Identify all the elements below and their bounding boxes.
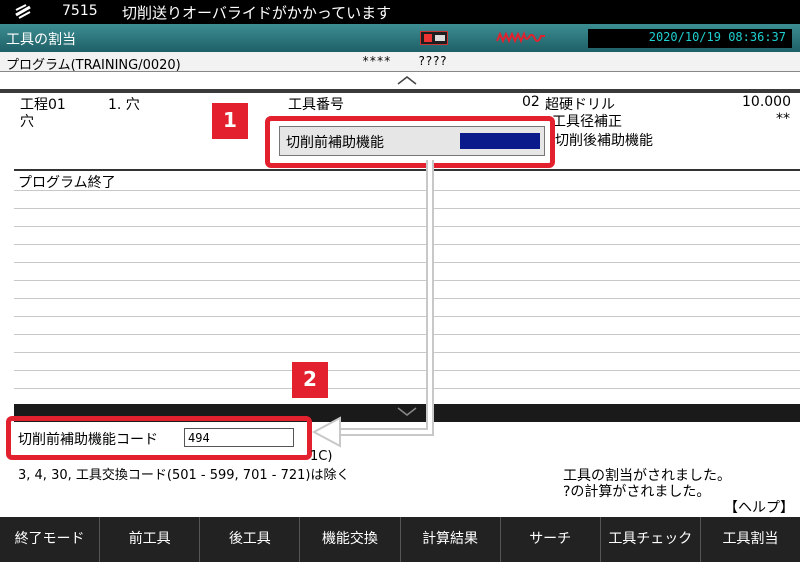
tool-comp-value: ** (776, 111, 790, 127)
help-button[interactable]: 【ヘルプ】 (724, 497, 794, 517)
tool-diameter: 10.000 (742, 94, 791, 110)
scroll-up-icon[interactable] (396, 74, 418, 86)
callout-arrow (311, 160, 434, 448)
softkey-tool-check[interactable]: 工具チェック (601, 517, 701, 562)
softkey-calc-result[interactable]: 計算結果 (401, 517, 501, 562)
process-sub: 穴 (20, 114, 34, 130)
spindle-wave-icon (496, 31, 545, 44)
program-status-2: ???? (418, 54, 447, 68)
process-number: 1. 穴 (108, 97, 140, 113)
soft-key-bar: 終了モード 前工具 後工具 機能交換 計算結果 サーチ 工具チェック 工具割当 (0, 517, 800, 562)
softkey-function-swap[interactable]: 機能交換 (300, 517, 401, 562)
datetime-display: 2020/10/19 08:36:37 (588, 29, 792, 48)
list-item[interactable]: プログラム終了 (18, 172, 116, 192)
softkey-tool-assign[interactable]: 工具割当 (701, 517, 800, 562)
mode-title: 工具の割当 (6, 32, 76, 48)
help-range-partial: 1C) (310, 449, 333, 464)
alarm-icon (15, 4, 31, 19)
alarm-code: 7515 (62, 3, 98, 19)
softkey-end-mode[interactable]: 終了モード (0, 517, 101, 562)
softkey-next-tool[interactable]: 後工具 (200, 517, 301, 562)
program-name: プログラム(TRAINING/0020) (6, 58, 181, 73)
softkey-prev-tool[interactable]: 前工具 (100, 517, 201, 562)
divider (0, 89, 800, 93)
alarm-bar: 7515 切削送りオーバライドがかかっています (0, 0, 800, 24)
softkey-search[interactable]: サーチ (501, 517, 601, 562)
tool-comp-label: 工具径補正 (552, 114, 622, 130)
mode-bar: 工具の割当 2020/10/19 08:36:37 (0, 24, 800, 52)
help-range-text: 3, 4, 30, 工具交換コード(501 - 599, 701 - 721)は… (18, 468, 350, 483)
after-aux-label: 切削後補助機能 (555, 133, 653, 149)
connection-icon (420, 31, 448, 45)
tool-number: 02 (522, 94, 540, 110)
alarm-message: 切削送りオーバライドがかかっています (122, 4, 392, 22)
tool-number-label: 工具番号 (288, 97, 344, 113)
program-bar: プログラム(TRAINING/0020) **** ???? (0, 52, 800, 73)
program-status-1: **** (362, 54, 391, 68)
callout-badge-1: 1 (212, 103, 248, 139)
status-message-2: ?の計算がされました。 (563, 484, 711, 500)
highlight-box-2 (6, 416, 312, 460)
